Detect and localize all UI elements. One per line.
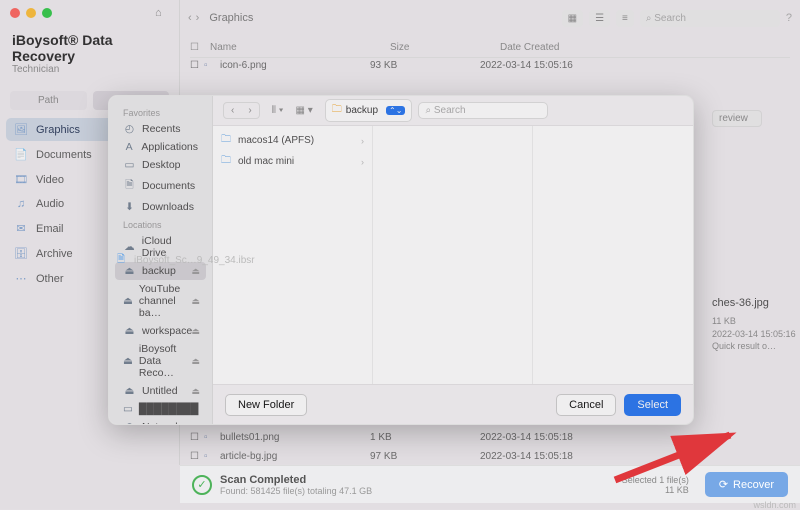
save-dialog: Favorites ◴RecentsAApplications▭Desktop🗎… bbox=[108, 95, 694, 425]
chevron-right-icon: › bbox=[361, 136, 364, 146]
fav-desktop[interactable]: ▭Desktop bbox=[115, 156, 206, 174]
sidebar-icon: ▭ bbox=[123, 159, 136, 171]
brand-subtitle: Technician bbox=[0, 64, 179, 85]
selected-size: 11 KB bbox=[622, 485, 689, 495]
search-input[interactable]: ⌕ Search bbox=[640, 10, 780, 27]
view-group-icon[interactable]: ▦ ▾ bbox=[290, 103, 319, 118]
favorites-header: Favorites bbox=[115, 104, 206, 120]
refresh-icon: ⟳ bbox=[719, 478, 728, 491]
row-checkbox[interactable]: ☐ bbox=[190, 451, 204, 462]
selected-count: Selected 1 file(s) bbox=[622, 475, 689, 485]
brand-title: iBoysoft® Data Recovery bbox=[0, 28, 179, 64]
new-folder-button[interactable]: New Folder bbox=[225, 394, 307, 416]
preview-filename: ches-36.jpg bbox=[712, 297, 800, 309]
drive-icon: ⏏ bbox=[123, 265, 136, 277]
sort-button[interactable]: ≡ bbox=[616, 10, 634, 27]
folder-icon: 🗀 bbox=[332, 102, 342, 119]
nav-forward[interactable]: › bbox=[196, 12, 200, 24]
folder-icon: 🗀 bbox=[221, 153, 233, 170]
col-name[interactable]: Name bbox=[210, 42, 390, 53]
sidebar-icon: A bbox=[123, 141, 135, 153]
drive-icon: ⏏ bbox=[123, 325, 136, 337]
status-detail: Found: 581425 file(s) totaling 47.1 GB bbox=[220, 486, 372, 496]
browser-item[interactable]: 🗀old mac mini› bbox=[213, 151, 372, 172]
preview-panel: review ches-36.jpg 11 KB 2022-03-14 15:0… bbox=[712, 110, 800, 353]
drive-icon: ⏏ bbox=[123, 295, 133, 307]
dialog-search-input[interactable]: ⌕ Search bbox=[418, 102, 548, 119]
loc-item[interactable]: ☁iCloud Drive bbox=[115, 232, 206, 262]
preview-src: Quick result o… bbox=[712, 340, 800, 353]
main-header: ‹ › Graphics ▦ ☰ ≡ ⌕ Search ? bbox=[180, 0, 800, 36]
col-date[interactable]: Date Created bbox=[500, 42, 790, 53]
chevron-updown-icon: ⌃⌄ bbox=[386, 106, 405, 115]
view-grid[interactable]: ▦ bbox=[562, 10, 583, 27]
loc-item[interactable]: ⏏Untitled⏏ bbox=[115, 382, 206, 400]
locations-header: Locations bbox=[115, 216, 206, 232]
location-title: Graphics bbox=[209, 12, 253, 24]
table-row[interactable]: ☐▫bullets01.png1 KB2022-03-14 15:05:18 bbox=[190, 428, 790, 447]
loc-item[interactable]: ▭████████ bbox=[115, 400, 206, 418]
drive-icon: ▭ bbox=[123, 403, 133, 415]
category-icon: 🗄 bbox=[14, 247, 28, 260]
file-icon: ▫ bbox=[204, 60, 220, 71]
loc-item[interactable]: ⏏backup⏏ bbox=[115, 262, 206, 280]
nav-back[interactable]: ‹ bbox=[188, 12, 192, 24]
browser-item[interactable]: 🗀macos14 (APFS)› bbox=[213, 130, 372, 151]
recover-button[interactable]: ⟳ Recover bbox=[705, 472, 788, 497]
col-size[interactable]: Size bbox=[390, 42, 500, 53]
eject-icon[interactable]: ⏏ bbox=[191, 356, 200, 367]
status-bar: ✓ Scan Completed Found: 581425 file(s) t… bbox=[180, 465, 800, 503]
file-icon: ▫ bbox=[204, 451, 220, 462]
eject-icon[interactable]: ⏏ bbox=[191, 326, 200, 337]
fav-applications[interactable]: AApplications bbox=[115, 138, 206, 156]
dialog-forward[interactable]: › bbox=[241, 103, 258, 118]
drive-icon: ☁ bbox=[123, 241, 136, 253]
cancel-button[interactable]: Cancel bbox=[556, 394, 616, 416]
sidebar-icon: ◴ bbox=[123, 123, 136, 135]
category-icon: 📄 bbox=[14, 148, 28, 161]
folder-icon: 🗀 bbox=[221, 132, 233, 149]
preview-button[interactable]: review bbox=[712, 110, 762, 127]
view-columns-icon[interactable]: ⫴ ▾ bbox=[266, 103, 290, 118]
fav-documents[interactable]: 🗎Documents bbox=[115, 174, 206, 198]
drive-icon: ⏏ bbox=[123, 355, 133, 367]
select-button[interactable]: Select bbox=[624, 394, 681, 416]
category-icon: 🖼 bbox=[14, 123, 28, 136]
checkmark-icon: ✓ bbox=[192, 475, 212, 495]
chevron-right-icon: › bbox=[361, 157, 364, 167]
preview-date: 2022-03-14 15:05:16 bbox=[712, 328, 800, 341]
drive-icon: ⏏ bbox=[123, 385, 136, 397]
status-title: Scan Completed bbox=[220, 474, 372, 486]
row-checkbox[interactable]: ☐ bbox=[190, 60, 204, 71]
sidebar-icon: ⬇ bbox=[123, 201, 136, 213]
category-icon: ✉ bbox=[14, 222, 28, 235]
table-row[interactable]: ☐▫article-bg.jpg97 KB2022-03-14 15:05:18 bbox=[190, 447, 790, 466]
drive-icon: ⊕ bbox=[123, 421, 136, 424]
eject-icon[interactable]: ⏏ bbox=[191, 266, 200, 277]
file-icon: ▫ bbox=[204, 432, 220, 443]
fav-recents[interactable]: ◴Recents bbox=[115, 120, 206, 138]
preview-size: 11 KB bbox=[712, 315, 800, 328]
eject-icon[interactable]: ⏏ bbox=[191, 296, 200, 307]
dialog-location-popup[interactable]: 🗀 backup ⌃⌄ bbox=[325, 99, 413, 122]
row-checkbox[interactable]: ☐ bbox=[190, 432, 204, 443]
category-icon: ♫ bbox=[14, 198, 28, 210]
loc-item[interactable]: ⊕Network bbox=[115, 418, 206, 424]
eject-icon[interactable]: ⏏ bbox=[191, 386, 200, 397]
dialog-sidebar: Favorites ◴RecentsAApplications▭Desktop🗎… bbox=[109, 96, 213, 424]
watermark: wsldn.com bbox=[753, 500, 796, 510]
loc-item[interactable]: ⏏workspace⏏ bbox=[115, 322, 206, 340]
loc-item[interactable]: ⏏YouTube channel ba…⏏ bbox=[115, 280, 206, 322]
category-icon: ⋯ bbox=[14, 272, 28, 285]
fav-downloads[interactable]: ⬇Downloads bbox=[115, 198, 206, 216]
category-icon: 🎞 bbox=[14, 173, 28, 186]
loc-item[interactable]: ⏏iBoysoft Data Reco…⏏ bbox=[115, 340, 206, 382]
sidebar-icon: 🗎 bbox=[123, 177, 136, 195]
table-header: ☐ Name Size Date Created bbox=[190, 38, 790, 58]
help-icon[interactable]: ? bbox=[786, 12, 792, 24]
table-row[interactable]: ☐▫icon-6.png93 KB2022-03-14 15:05:16 bbox=[190, 56, 790, 75]
tab-path[interactable]: Path bbox=[10, 91, 87, 110]
dialog-back[interactable]: ‹ bbox=[224, 103, 241, 118]
view-list[interactable]: ☰ bbox=[589, 10, 610, 27]
